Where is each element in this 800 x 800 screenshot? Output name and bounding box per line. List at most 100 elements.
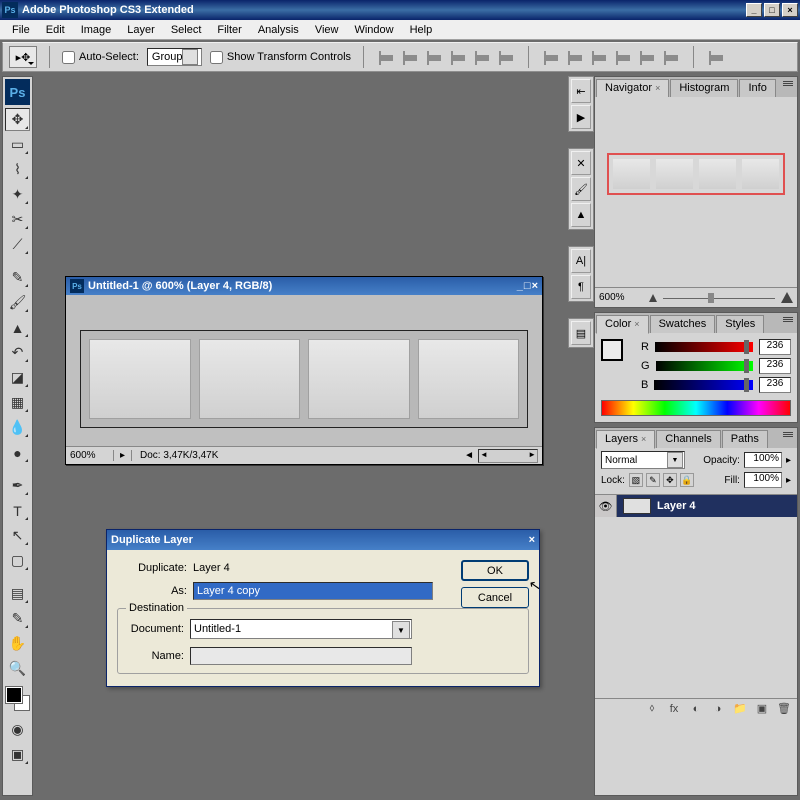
color-spectrum[interactable] bbox=[601, 400, 791, 416]
tab-swatches[interactable]: Swatches bbox=[650, 315, 716, 333]
lock-all-icon[interactable]: 🔒 bbox=[680, 473, 694, 487]
strip-tools-icon[interactable]: ✕ bbox=[571, 151, 591, 175]
layer-thumbnail[interactable] bbox=[623, 498, 651, 514]
current-tool-display[interactable]: ▸✥ bbox=[9, 46, 37, 68]
lasso-tool[interactable]: ⌇ bbox=[5, 158, 30, 181]
minimize-button[interactable]: _ bbox=[746, 3, 762, 17]
close-button[interactable]: × bbox=[782, 3, 798, 17]
menu-select[interactable]: Select bbox=[163, 22, 210, 38]
fill-arrow-icon[interactable]: ▸ bbox=[786, 475, 791, 486]
wand-tool[interactable]: ✦ bbox=[5, 183, 30, 206]
fx-icon[interactable]: fx bbox=[665, 701, 683, 717]
distribute-vcenter-icon[interactable] bbox=[565, 47, 585, 67]
menu-edit[interactable]: Edit bbox=[38, 22, 73, 38]
as-input[interactable] bbox=[193, 582, 433, 600]
doc-maximize-button[interactable]: □ bbox=[524, 280, 531, 292]
align-left-icon[interactable] bbox=[448, 47, 468, 67]
panel-menu-icon[interactable] bbox=[781, 315, 795, 327]
strip-comp-icon[interactable]: ▤ bbox=[571, 321, 591, 345]
zoom-slider[interactable] bbox=[663, 293, 775, 303]
layer-row[interactable]: 👁 Layer 4 bbox=[595, 495, 797, 517]
menu-analysis[interactable]: Analysis bbox=[250, 22, 307, 38]
distribute-hcenter-icon[interactable] bbox=[637, 47, 657, 67]
ok-button[interactable]: OK bbox=[461, 560, 529, 581]
navigator-preview[interactable] bbox=[607, 153, 785, 195]
lock-pixels-icon[interactable]: ✎ bbox=[646, 473, 660, 487]
history-brush-tool[interactable]: ↶ bbox=[5, 341, 30, 364]
menu-window[interactable]: Window bbox=[346, 22, 401, 38]
r-slider[interactable] bbox=[655, 342, 753, 352]
menu-help[interactable]: Help bbox=[402, 22, 441, 38]
align-vcenter-icon[interactable] bbox=[400, 47, 420, 67]
notes-tool[interactable]: ▤ bbox=[5, 582, 30, 605]
b-slider[interactable] bbox=[654, 380, 753, 390]
horizontal-scrollbar[interactable] bbox=[478, 449, 538, 463]
zoom-field[interactable]: 600% bbox=[66, 450, 114, 461]
auto-select-dropdown[interactable]: Group bbox=[147, 48, 202, 66]
zoom-in-icon[interactable] bbox=[781, 292, 793, 303]
crop-tool[interactable]: ✂ bbox=[5, 208, 30, 231]
navigator-zoom-field[interactable]: 600% bbox=[599, 292, 643, 303]
blur-tool[interactable]: 💧 bbox=[5, 416, 30, 439]
tab-layers[interactable]: Layers× bbox=[596, 430, 655, 449]
strip-para-icon[interactable]: ¶ bbox=[571, 275, 591, 299]
menu-filter[interactable]: Filter bbox=[209, 22, 249, 38]
path-select-tool[interactable]: ↖ bbox=[5, 524, 30, 547]
align-top-icon[interactable] bbox=[376, 47, 396, 67]
heal-tool[interactable]: ✎ bbox=[5, 266, 30, 289]
move-tool[interactable]: ✥ bbox=[5, 108, 30, 131]
pen-tool[interactable]: ✒ bbox=[5, 474, 30, 497]
strip-play-icon[interactable]: ▶ bbox=[571, 105, 591, 129]
dodge-tool[interactable]: ● bbox=[5, 441, 30, 464]
menu-file[interactable]: File bbox=[4, 22, 38, 38]
eraser-tool[interactable]: ◪ bbox=[5, 366, 30, 389]
tab-color[interactable]: Color× bbox=[596, 315, 649, 334]
folder-icon[interactable]: 📁 bbox=[731, 701, 749, 717]
color-swatches[interactable] bbox=[6, 687, 30, 711]
zoom-out-icon[interactable] bbox=[649, 294, 657, 302]
adjustment-icon[interactable]: ◑ bbox=[709, 701, 727, 717]
hand-tool[interactable]: ✋ bbox=[5, 632, 30, 655]
blend-mode-select[interactable]: Normal bbox=[601, 451, 685, 469]
distribute-left-icon[interactable] bbox=[613, 47, 633, 67]
strip-brush-icon[interactable]: 🖌 bbox=[571, 177, 591, 201]
r-value[interactable]: 236 bbox=[759, 339, 791, 355]
new-layer-icon[interactable]: ▣ bbox=[753, 701, 771, 717]
strip-char-icon[interactable]: A| bbox=[571, 249, 591, 273]
shape-tool[interactable]: ▢ bbox=[5, 549, 30, 572]
tab-channels[interactable]: Channels bbox=[656, 430, 720, 448]
opacity-arrow-icon[interactable]: ▸ bbox=[786, 455, 791, 466]
document-titlebar[interactable]: Ps Untitled-1 @ 600% (Layer 4, RGB/8) _ … bbox=[66, 277, 542, 295]
eyedropper-tool[interactable]: ✎ bbox=[5, 607, 30, 630]
lock-transparency-icon[interactable]: ▧ bbox=[629, 473, 643, 487]
doc-minimize-button[interactable]: _ bbox=[517, 280, 523, 292]
visibility-icon[interactable]: 👁 bbox=[595, 495, 617, 517]
b-value[interactable]: 236 bbox=[759, 377, 791, 393]
document-select[interactable]: Untitled-1 bbox=[190, 619, 412, 639]
tab-styles[interactable]: Styles bbox=[716, 315, 764, 333]
type-tool[interactable]: T bbox=[5, 499, 30, 522]
menu-view[interactable]: View bbox=[307, 22, 347, 38]
maximize-button[interactable]: □ bbox=[764, 3, 780, 17]
cancel-button[interactable]: Cancel bbox=[461, 587, 529, 608]
distribute-bottom-icon[interactable] bbox=[589, 47, 609, 67]
menu-layer[interactable]: Layer bbox=[119, 22, 163, 38]
panel-menu-icon[interactable] bbox=[781, 79, 795, 91]
zoom-tool[interactable]: 🔍 bbox=[5, 657, 30, 680]
layer-name[interactable]: Layer 4 bbox=[657, 500, 696, 512]
dialog-titlebar[interactable]: Duplicate Layer × bbox=[107, 530, 539, 550]
brush-tool[interactable]: 🖌 bbox=[5, 291, 30, 314]
opacity-value[interactable]: 100% bbox=[744, 452, 782, 468]
info-icon[interactable]: ▸ bbox=[114, 450, 132, 461]
fill-value[interactable]: 100% bbox=[744, 472, 782, 488]
distribute-top-icon[interactable] bbox=[541, 47, 561, 67]
quickmask-tool[interactable]: ◉ bbox=[5, 718, 30, 741]
link-icon[interactable]: ⬨ bbox=[643, 701, 661, 717]
stamp-tool[interactable]: ▲ bbox=[5, 316, 30, 339]
tab-histogram[interactable]: Histogram bbox=[670, 79, 738, 97]
tab-paths[interactable]: Paths bbox=[722, 430, 768, 448]
align-hcenter-icon[interactable] bbox=[472, 47, 492, 67]
trash-icon[interactable]: 🗑 bbox=[775, 701, 793, 717]
slice-tool[interactable]: ⟋ bbox=[5, 233, 30, 256]
auto-align-icon[interactable] bbox=[706, 47, 726, 67]
